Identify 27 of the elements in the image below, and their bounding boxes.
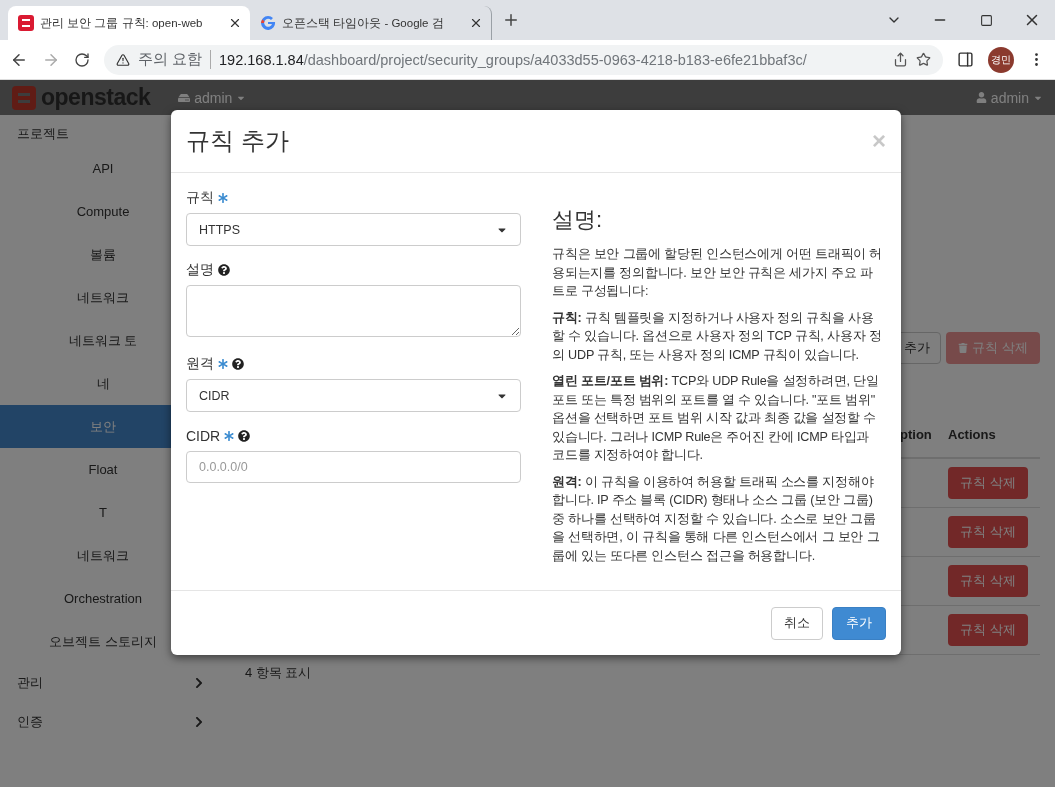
submit-button[interactable]: 추가 bbox=[832, 606, 886, 640]
delete-rule-button[interactable]: 규칙 삭제 bbox=[948, 467, 1028, 499]
select-field[interactable]: CIDR bbox=[186, 379, 521, 412]
user-menu[interactable]: admin bbox=[975, 89, 1043, 106]
delete-rule-button[interactable]: 규칙 삭제 bbox=[948, 614, 1028, 646]
field-label: 규칙 bbox=[186, 189, 214, 207]
project-menu[interactable]: admin bbox=[178, 89, 247, 106]
description-text: 원격: 이 규칙을 이용하여 허용할 트래픽 소스를 지정해야 합니다. IP 주소 블록 (CIDR) 형태나 소스 그룹 (보안 그룹) 중 하나를 선택하여 지정할 수 있습니다. 소스로 보안 그룹을 선택하면, 이 규칙을 통해 다른 인스턴스에서 그 보안 그룹에 있는 또다른 인스턴스 접근을 허용합니다. bbox=[552, 473, 881, 565]
profile-avatar[interactable]: 경민 bbox=[988, 46, 1014, 73]
description-title: 설명: bbox=[552, 206, 604, 234]
cancel-button[interactable]: 취소 bbox=[771, 606, 823, 640]
browser-tab[interactable]: 관리 보안 그룹 규칙: open-web bbox=[8, 6, 250, 40]
item-count: 4 항목 표시 bbox=[244, 664, 313, 682]
delete-rule-button[interactable]: 규칙 삭제 bbox=[948, 565, 1028, 597]
field-label: 설명 bbox=[186, 261, 214, 279]
column-header: Actions bbox=[948, 411, 1040, 459]
description-text: 열린 포트/포트 범위: TCP와 UDP Rule을 설정하려면, 단일 포트 또는 특정 범위의 포트를 열 수 있습니다. "포트 범위" 옵션을 선택하면 포트 범위 시작 값과 최종 값을 설정할 수 있습니다. 그러나 ICMP Rule은 주어진 칸에 ICMP 타입과 코드를 지정하여야 합니다. bbox=[552, 373, 880, 464]
field-label: CIDR bbox=[186, 428, 221, 444]
modal-title: 규칙 추가 bbox=[186, 126, 289, 156]
delete-rule-button[interactable]: 규칙 삭제 bbox=[948, 516, 1028, 548]
select-field[interactable]: HTTPS bbox=[186, 213, 521, 246]
field-label: 원격 bbox=[186, 355, 214, 373]
sidebar-group[interactable]: 관리 bbox=[17, 673, 43, 692]
description-text: 규칙은 보안 그룹에 할당된 인스턴스에게 어떤 트래픽이 허용되는지를 정의합니다. 보안 보안 규칙은 세가지 주요 파트로 구성됩니다: bbox=[552, 246, 884, 300]
sidebar-group[interactable]: 인증 bbox=[17, 713, 43, 732]
input-field[interactable]: 0.0.0.0/0 bbox=[186, 451, 521, 483]
address-bar[interactable]: 주의 요함 192.168.1.84/dashboard/project/security_groups/a4033d55-0963-4218-b183-e6fe21bbaf3c/ bbox=[104, 44, 943, 75]
